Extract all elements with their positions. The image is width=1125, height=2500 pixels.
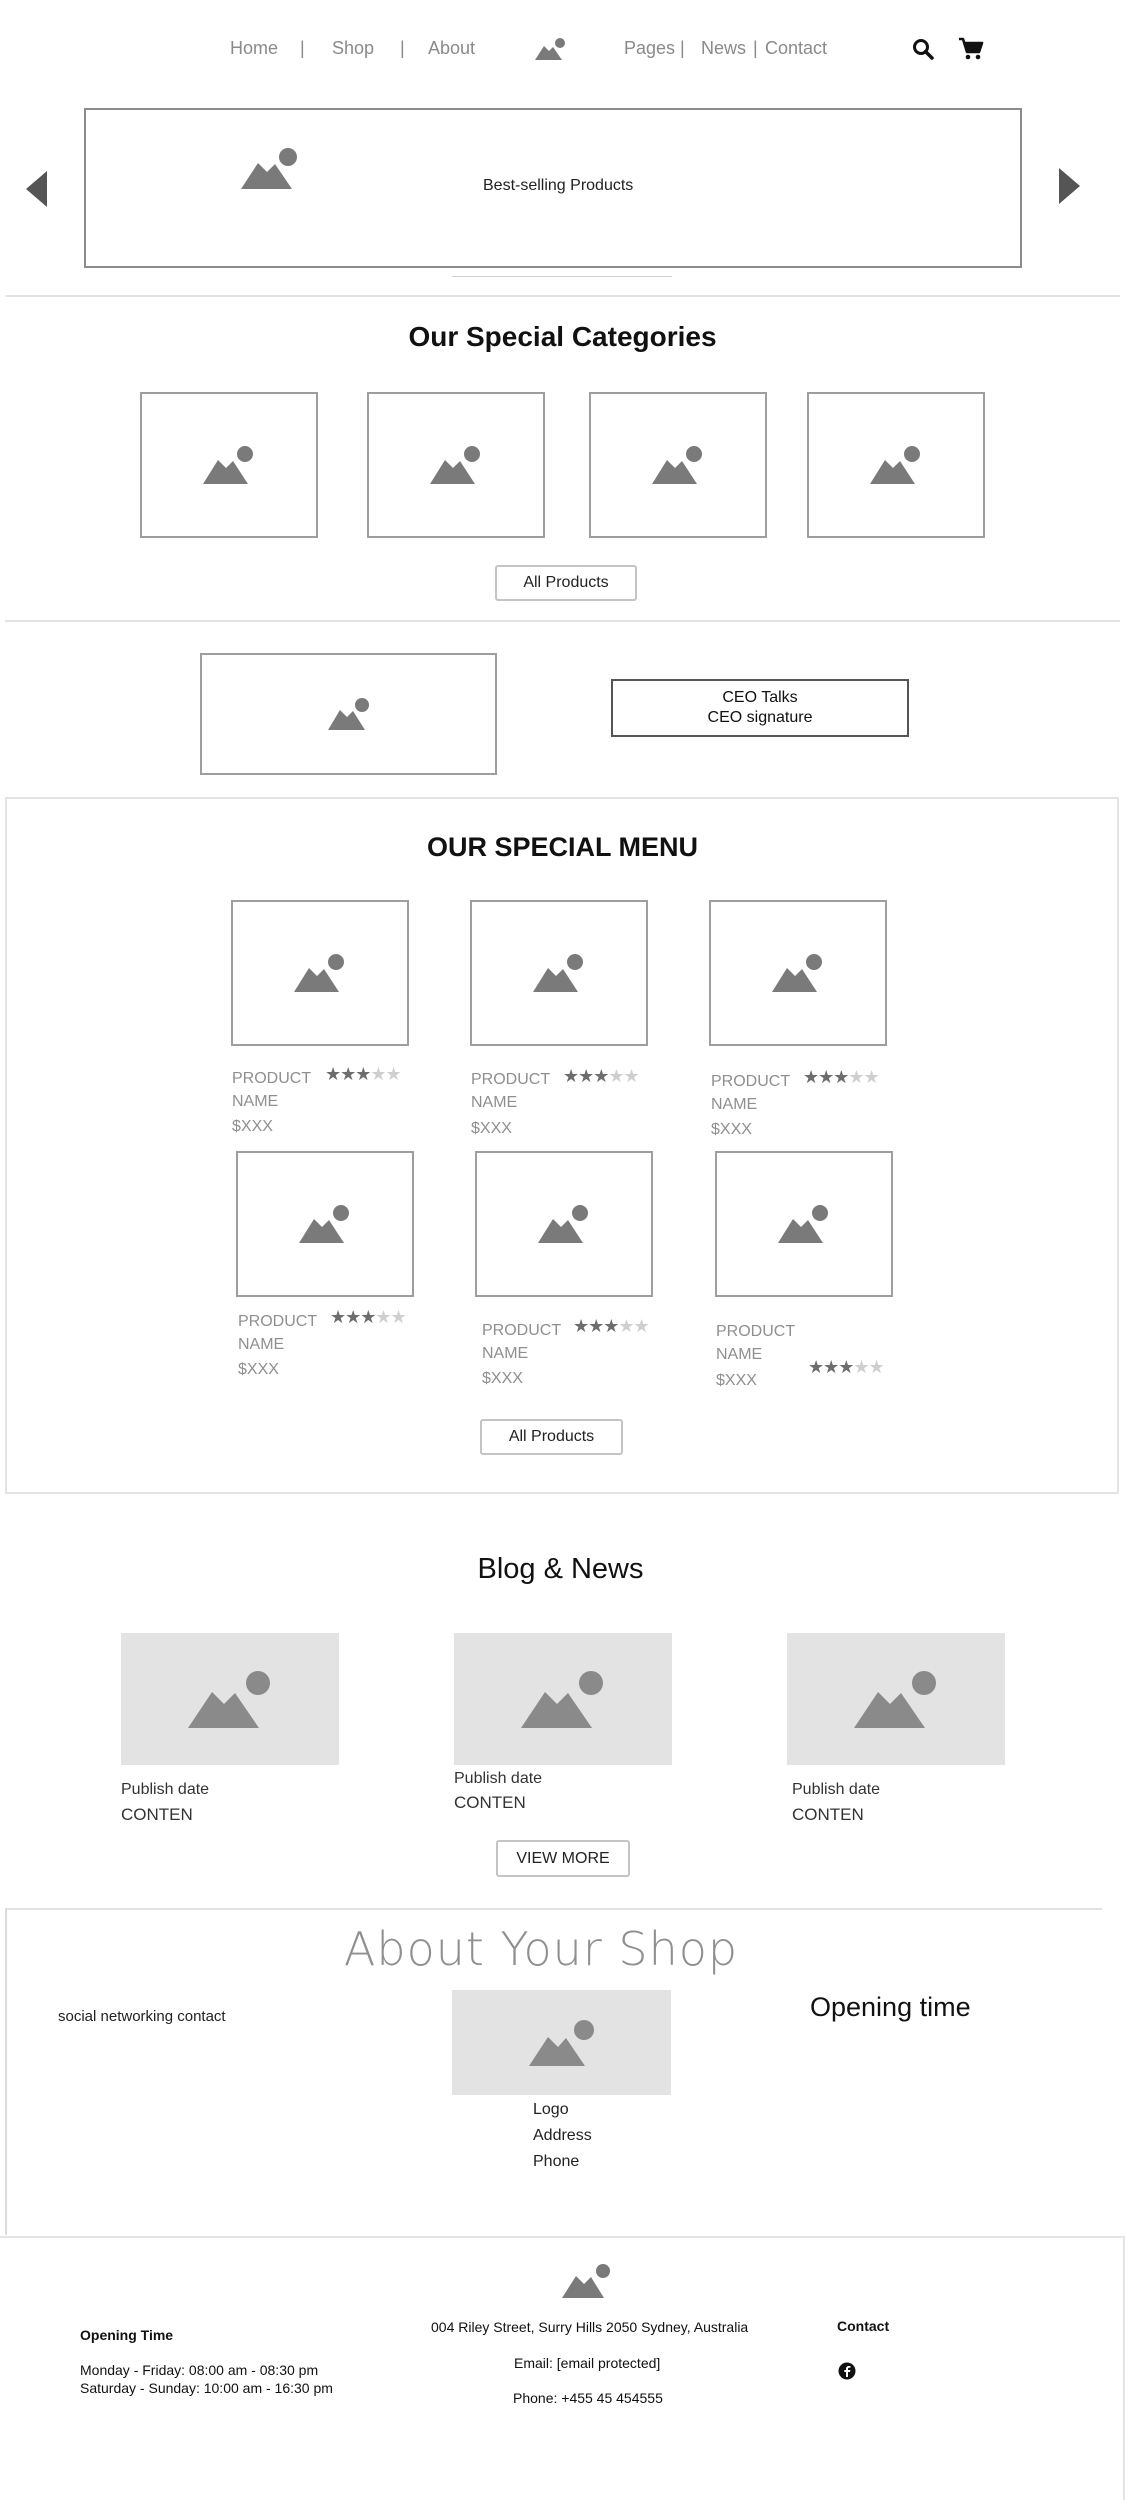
product-image[interactable] <box>475 1151 653 1297</box>
categories-title: Our Special Categories <box>408 321 717 352</box>
footer-email[interactable]: Email: [email protected] <box>514 2355 660 2371</box>
blog-content: CONTENT <box>121 1805 193 1824</box>
arrow-left-icon[interactable] <box>26 171 48 212</box>
product-name[interactable]: PRODUCT NAME <box>716 1320 816 1366</box>
nav-about-link[interactable]: About <box>428 38 475 59</box>
product-price: $XXX <box>238 1361 279 1378</box>
category-card[interactable] <box>367 392 545 538</box>
section-divider <box>5 295 1120 297</box>
rating-stars: ★★★★★ <box>803 1067 880 1087</box>
about-phone-label: Phone <box>533 2153 580 2170</box>
image-icon <box>854 1671 936 1728</box>
nav-home-link[interactable]: Home <box>230 38 278 59</box>
category-card[interactable] <box>807 392 985 538</box>
image-icon <box>299 1205 349 1243</box>
image-icon <box>294 954 344 992</box>
hero-banner[interactable]: Best-selling Products <box>84 108 1022 268</box>
about-logo-label: Logo <box>533 2101 569 2118</box>
blog-image[interactable] <box>121 1633 339 1765</box>
blog-content: CONTENT <box>792 1805 864 1824</box>
rating-stars: ★★★★★ <box>330 1307 407 1327</box>
image-icon <box>870 446 920 484</box>
facebook-icon[interactable] <box>838 2362 856 2385</box>
image-icon <box>652 446 702 484</box>
image-icon <box>778 1205 828 1243</box>
nav-divider: | <box>400 38 405 58</box>
nav-news-link[interactable]: News <box>701 38 746 59</box>
footer-address: 004 Riley Street, Surry Hills 2050 Sydne… <box>431 2319 749 2335</box>
ceo-talks-label: CEO Talks <box>722 689 798 706</box>
about-title: About Your Shop <box>343 1922 739 1976</box>
hero-label: Best-selling Products <box>483 177 634 194</box>
section-divider <box>5 1908 1102 1910</box>
product-price: $XXX <box>471 1120 512 1137</box>
blog-content: CONTENT <box>454 1793 526 1812</box>
about-image <box>452 1990 671 2095</box>
social-contact-label: social networking contact <box>58 2008 226 2025</box>
menu-all-products-button[interactable]: All Products <box>480 1419 623 1455</box>
rating-stars: ★★★★★ <box>808 1357 885 1377</box>
about-address-label: Address <box>533 2127 592 2144</box>
section-divider <box>5 620 1120 622</box>
image-icon <box>188 1671 270 1728</box>
ceo-image <box>200 653 497 775</box>
image-icon <box>430 446 480 484</box>
blog-title: Blog & News <box>477 1553 644 1585</box>
carousel-indicator[interactable] <box>452 276 672 277</box>
product-price: $XXX <box>711 1121 752 1138</box>
nav-divider: | <box>680 38 685 58</box>
footer-hours-weekday: Monday - Friday: 08:00 am - 08:30 pm <box>80 2362 319 2378</box>
image-icon <box>327 698 369 730</box>
menu-title: OUR SPECIAL MENU <box>426 832 699 862</box>
image-icon <box>203 446 253 484</box>
ceo-signature-label: CEO signature <box>707 709 813 726</box>
nav-divider: | <box>753 38 758 58</box>
product-price: $XXX <box>232 1118 273 1135</box>
image-icon <box>528 2019 594 2066</box>
blog-publish-date: Publish date <box>792 1781 881 1798</box>
view-more-button[interactable]: VIEW MORE <box>496 1840 630 1877</box>
blog-publish-date: Publish date <box>454 1770 543 1787</box>
footer-opening-title: Opening Time <box>80 2327 174 2343</box>
product-price: $XXX <box>716 1372 757 1389</box>
product-name[interactable]: PRODUCT NAME <box>482 1319 582 1365</box>
rating-stars: ★★★★★ <box>563 1066 640 1086</box>
footer-hours-weekend: Saturday - Sunday: 10:00 am - 16:30 pm <box>80 2380 333 2396</box>
product-image[interactable] <box>709 900 887 1046</box>
footer-logo-icon <box>562 2264 612 2303</box>
category-card[interactable] <box>140 392 318 538</box>
product-name[interactable]: PRODUCT NAME <box>232 1067 332 1113</box>
image-icon <box>521 1671 603 1728</box>
product-name[interactable]: PRODUCT NAME <box>471 1068 571 1114</box>
product-name[interactable]: PRODUCT NAME <box>711 1070 811 1116</box>
blog-image[interactable] <box>454 1633 672 1765</box>
rating-stars: ★★★★★ <box>325 1064 402 1084</box>
blog-image[interactable] <box>787 1633 1005 1765</box>
all-products-button[interactable]: All Products <box>495 565 637 601</box>
image-icon <box>533 954 583 992</box>
logo-icon[interactable] <box>535 38 567 65</box>
rating-stars: ★★★★★ <box>573 1316 650 1336</box>
product-price: $XXX <box>482 1370 523 1387</box>
category-card[interactable] <box>589 392 767 538</box>
footer-phone: Phone: +455 45 454555 <box>513 2390 663 2406</box>
product-image[interactable] <box>231 900 409 1046</box>
search-icon[interactable] <box>912 38 934 65</box>
opening-time-title: Opening time <box>810 1992 971 2022</box>
footer-contact-title: Contact <box>837 2318 890 2334</box>
image-icon <box>538 1205 588 1243</box>
product-image[interactable] <box>236 1151 414 1297</box>
cart-icon[interactable] <box>958 37 984 66</box>
arrow-right-icon[interactable] <box>1058 168 1080 209</box>
ceo-talks-box: CEO Talks CEO signature <box>611 679 909 737</box>
product-name[interactable]: PRODUCT NAME <box>238 1310 338 1356</box>
nav-pages-link[interactable]: Pages <box>624 38 675 59</box>
nav-divider: | <box>300 38 305 58</box>
product-image[interactable] <box>470 900 648 1046</box>
blog-publish-date: Publish date <box>121 1781 210 1798</box>
nav-contact-link[interactable]: Contact <box>765 38 827 59</box>
product-image[interactable] <box>715 1151 893 1297</box>
nav-shop-link[interactable]: Shop <box>332 38 374 59</box>
image-icon <box>772 954 822 992</box>
